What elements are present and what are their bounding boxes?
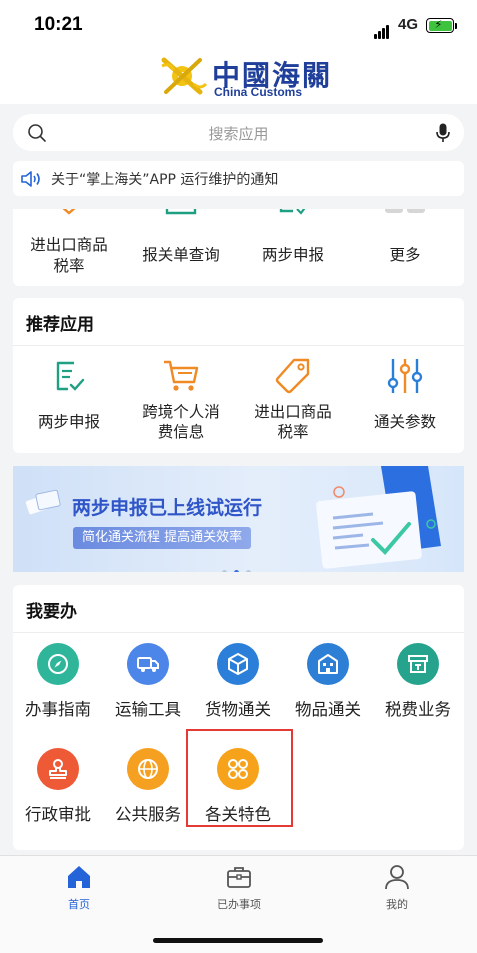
divider	[13, 345, 464, 346]
quick-app-tariff[interactable]: 进出口商品税率	[13, 209, 125, 286]
quick-app-label: 两步申报	[261, 246, 324, 264]
promo-banner[interactable]: 两步申报已上线试运行 简化通关流程 提高通关效率	[13, 466, 464, 572]
services-title: 我要办	[26, 602, 77, 622]
microphone-icon[interactable]	[436, 123, 450, 143]
service-label: 物品通关	[295, 700, 361, 719]
service-label: 税费业务	[385, 700, 451, 719]
service-admin-approval[interactable]: 行政审批	[13, 748, 103, 825]
declaration-icon	[279, 209, 306, 215]
rec-item-tariff[interactable]: 进出口商品税率	[237, 356, 349, 442]
rec-item-clearance-params[interactable]: 通关参数	[349, 356, 461, 432]
quick-app-label: 进出口商品税率	[30, 236, 108, 275]
tab-label: 我的	[386, 898, 408, 911]
tag-icon	[275, 358, 310, 394]
logo-english-text: China Customs	[214, 85, 303, 99]
home-indicator[interactable]	[153, 938, 323, 943]
carousel-dot-active[interactable]	[234, 570, 239, 572]
more-icon	[385, 209, 425, 213]
tax-icon	[397, 643, 439, 685]
status-bar: 10:21 4G	[0, 0, 477, 52]
service-label: 货物通关	[205, 700, 271, 719]
carousel-dot[interactable]	[222, 570, 227, 572]
service-label: 公共服务	[115, 805, 181, 824]
briefcase-icon	[227, 867, 251, 888]
declaration-icon	[56, 361, 85, 391]
tag-icon	[62, 209, 76, 215]
service-transport[interactable]: 运输工具	[103, 643, 193, 720]
globe-icon	[127, 748, 169, 790]
sliders-icon	[387, 359, 423, 393]
document-icon	[165, 209, 197, 215]
document-illustration	[316, 466, 441, 569]
tab-label: 已办事项	[217, 898, 261, 911]
quick-app-two-step[interactable]: 两步申报	[237, 209, 349, 286]
rec-item-label: 跨境个人消费信息	[142, 403, 220, 441]
search-input[interactable]: 搜索应用	[13, 123, 464, 144]
service-guide[interactable]: 办事指南	[13, 643, 103, 720]
banner-subtitle: 简化通关流程 提高通关效率	[73, 527, 252, 549]
quick-apps-card: 进出口商品税率 报关单查询 两步申报 更多	[13, 209, 464, 286]
service-public[interactable]: 公共服务	[103, 748, 193, 825]
search-bar[interactable]: 搜索应用	[13, 114, 464, 151]
shopping-cart-icon	[164, 360, 199, 391]
tab-profile[interactable]: 我的	[347, 864, 447, 912]
compass-icon	[37, 643, 79, 685]
tab-home[interactable]: 首页	[29, 864, 129, 912]
quick-app-label: 更多	[389, 246, 421, 264]
network-label: 4G	[398, 16, 419, 33]
service-label: 行政审批	[25, 805, 91, 824]
speaker-icon	[21, 171, 40, 187]
cube-icon	[217, 643, 259, 685]
tab-completed[interactable]: 已办事项	[189, 864, 289, 912]
quick-app-more[interactable]: 更多	[349, 209, 461, 286]
battery-icon	[426, 18, 454, 33]
rec-item-label: 进出口商品税率	[254, 403, 332, 441]
recommended-title: 推荐应用	[26, 315, 94, 335]
brand-header: 中國海關 China Customs	[0, 52, 477, 104]
document-stack-icon	[25, 489, 61, 515]
quick-app-declaration-query[interactable]: 报关单查询	[125, 209, 237, 286]
signal-icon	[374, 20, 390, 39]
service-items-clearance[interactable]: 物品通关	[283, 643, 373, 720]
status-time: 10:21	[34, 14, 83, 35]
notice-text[interactable]: 关于“掌上海关”APP 运行维护的通知	[51, 169, 278, 189]
carousel-dot[interactable]	[246, 570, 251, 572]
building-icon	[307, 643, 349, 685]
service-tax[interactable]: 税费业务	[373, 643, 463, 720]
user-icon	[385, 865, 409, 890]
rec-item-two-step[interactable]: 两步申报	[13, 356, 125, 432]
carousel-dots[interactable]	[222, 560, 258, 572]
rec-item-cross-border[interactable]: 跨境个人消费信息	[125, 356, 237, 442]
service-goods-clearance[interactable]: 货物通关	[193, 643, 283, 720]
quick-app-label: 报关单查询	[142, 246, 220, 264]
rec-item-label: 两步申报	[37, 413, 100, 431]
battery-tip	[455, 23, 457, 29]
home-icon	[68, 866, 90, 888]
rec-item-label: 通关参数	[373, 413, 436, 431]
notice-bar[interactable]: 关于“掌上海关”APP 运行维护的通知	[13, 161, 464, 196]
banner-title: 两步申报已上线试运行	[72, 497, 263, 519]
recommended-card: 推荐应用 两步申报 跨境个人消费信息 进出口商品税率 通关参数	[13, 298, 464, 453]
tab-label: 首页	[68, 898, 90, 911]
divider	[13, 632, 464, 633]
customs-emblem-icon	[161, 57, 208, 95]
truck-icon	[127, 643, 169, 685]
service-label: 运输工具	[115, 700, 181, 719]
stamp-icon	[37, 748, 79, 790]
service-label: 办事指南	[25, 700, 91, 719]
highlight-box	[186, 729, 293, 827]
bottom-tab-bar: 首页 已办事项 我的	[0, 855, 477, 953]
